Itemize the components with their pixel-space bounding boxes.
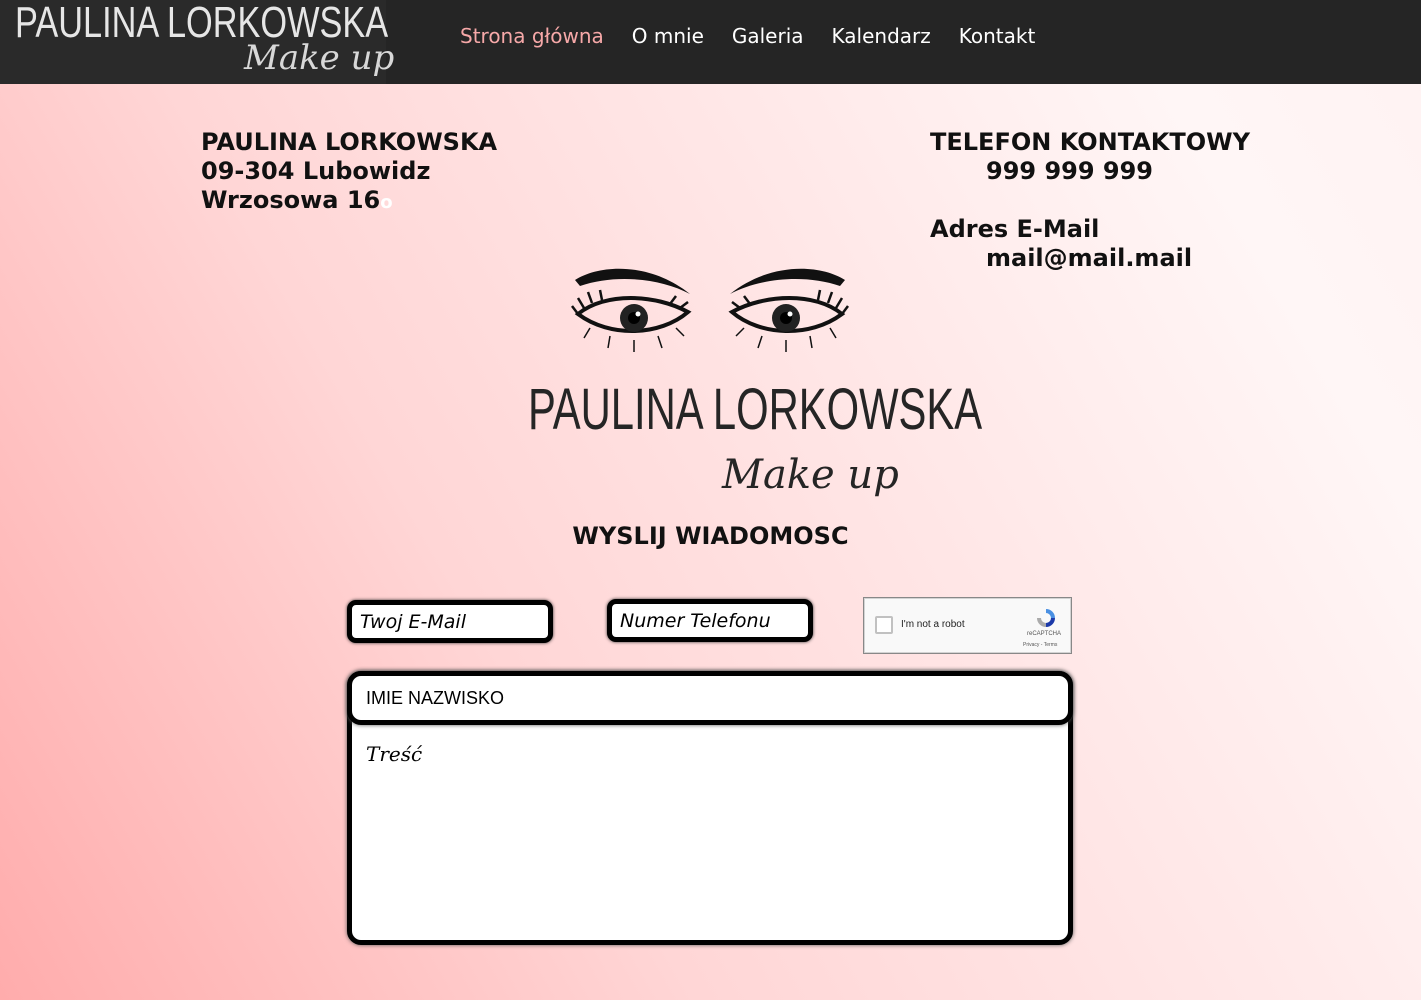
recaptcha-links[interactable]: Privacy - Terms [1023, 642, 1057, 648]
main-menu: Strona główna O mnie Galeria Kalendarz K… [460, 24, 1063, 48]
email-label: Adres E-Mail [930, 215, 1100, 243]
recaptcha-logo-icon [1037, 609, 1055, 627]
nav-item-contact[interactable]: Kontakt [959, 24, 1036, 48]
recaptcha-widget: I'm not a robot reCAPTCHA Privacy - Term… [864, 598, 1071, 653]
contact-spacer [930, 186, 1250, 215]
full-name-field[interactable] [347, 671, 1073, 725]
email-value: mail@mail.mail [986, 244, 1193, 272]
phone-field[interactable] [607, 599, 813, 642]
brand-name: PAULINA LORKOWSKA [528, 377, 983, 442]
recaptcha-label: I'm not a robot [901, 619, 965, 630]
address-street-suffix: o [380, 192, 393, 213]
nav-item-about[interactable]: O mnie [632, 24, 704, 48]
nav-item-calendar[interactable]: Kalendarz [832, 24, 931, 48]
site-logo[interactable]: PAULINA LORKOWSKA Make up [0, 0, 394, 84]
address-street: Wrzosowa 16 [201, 186, 381, 214]
phone-value: 999 999 999 [986, 157, 1154, 185]
top-navigation-bar: PAULINA LORKOWSKA Make up Strona główna … [0, 0, 1421, 84]
address-street-line: Wrzosowa 16o [201, 186, 497, 217]
recaptcha-checkbox[interactable] [875, 616, 893, 634]
message-body-field[interactable] [356, 728, 1064, 936]
nav-item-home[interactable]: Strona główna [460, 24, 604, 48]
eyes-logo-icon [571, 268, 849, 352]
recaptcha-brand: reCAPTCHA [1027, 631, 1062, 637]
address-block: PAULINA LORKOWSKA 09-304 Lubowidz Wrzoso… [201, 128, 497, 217]
brand-script: Make up [722, 452, 899, 498]
address-name: PAULINA LORKOWSKA [201, 128, 498, 156]
address-city: 09-304 Lubowidz [201, 157, 431, 185]
phone-label: TELEFON KONTAKTOWY [930, 128, 1251, 156]
nav-item-gallery[interactable]: Galeria [732, 24, 804, 48]
form-title: WYSLIJ WIADOMOSC [572, 522, 849, 550]
contact-block: TELEFON KONTAKTOWY 999 999 999 Adres E-M… [930, 128, 1250, 273]
email-field[interactable] [347, 600, 553, 643]
logo-script: Make up [244, 38, 395, 78]
